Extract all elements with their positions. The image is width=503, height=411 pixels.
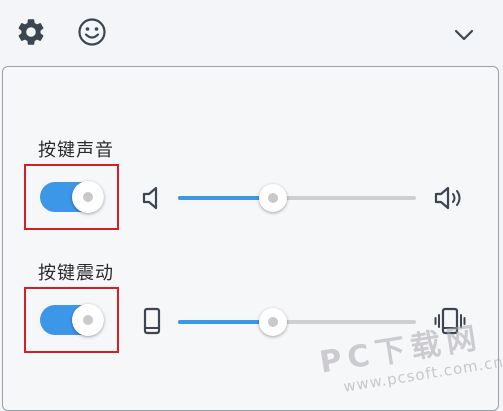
keyboard-toolbar xyxy=(0,0,503,66)
key-sound-volume-slider[interactable] xyxy=(178,183,416,213)
slider-thumb[interactable] xyxy=(259,308,288,336)
key-sound-label: 按键声音 xyxy=(38,140,114,161)
toggle-knob[interactable] xyxy=(72,181,104,213)
phone-icon xyxy=(140,306,164,336)
speaker-mute-icon xyxy=(140,184,164,212)
smiley-icon[interactable] xyxy=(75,15,109,49)
key-vibration-intensity-slider[interactable] xyxy=(178,307,416,337)
key-vibration-label: 按键震动 xyxy=(38,263,114,284)
toggle-knob[interactable] xyxy=(72,304,104,336)
key-sound-toggle[interactable] xyxy=(40,181,104,213)
gear-icon[interactable] xyxy=(14,15,48,49)
chevron-down-icon[interactable] xyxy=(447,18,481,52)
settings-panel xyxy=(2,66,499,411)
slider-thumb[interactable] xyxy=(259,184,288,212)
speaker-loud-icon xyxy=(433,184,467,212)
phone-vibrate-icon xyxy=(434,305,466,337)
key-vibration-toggle[interactable] xyxy=(40,304,104,336)
